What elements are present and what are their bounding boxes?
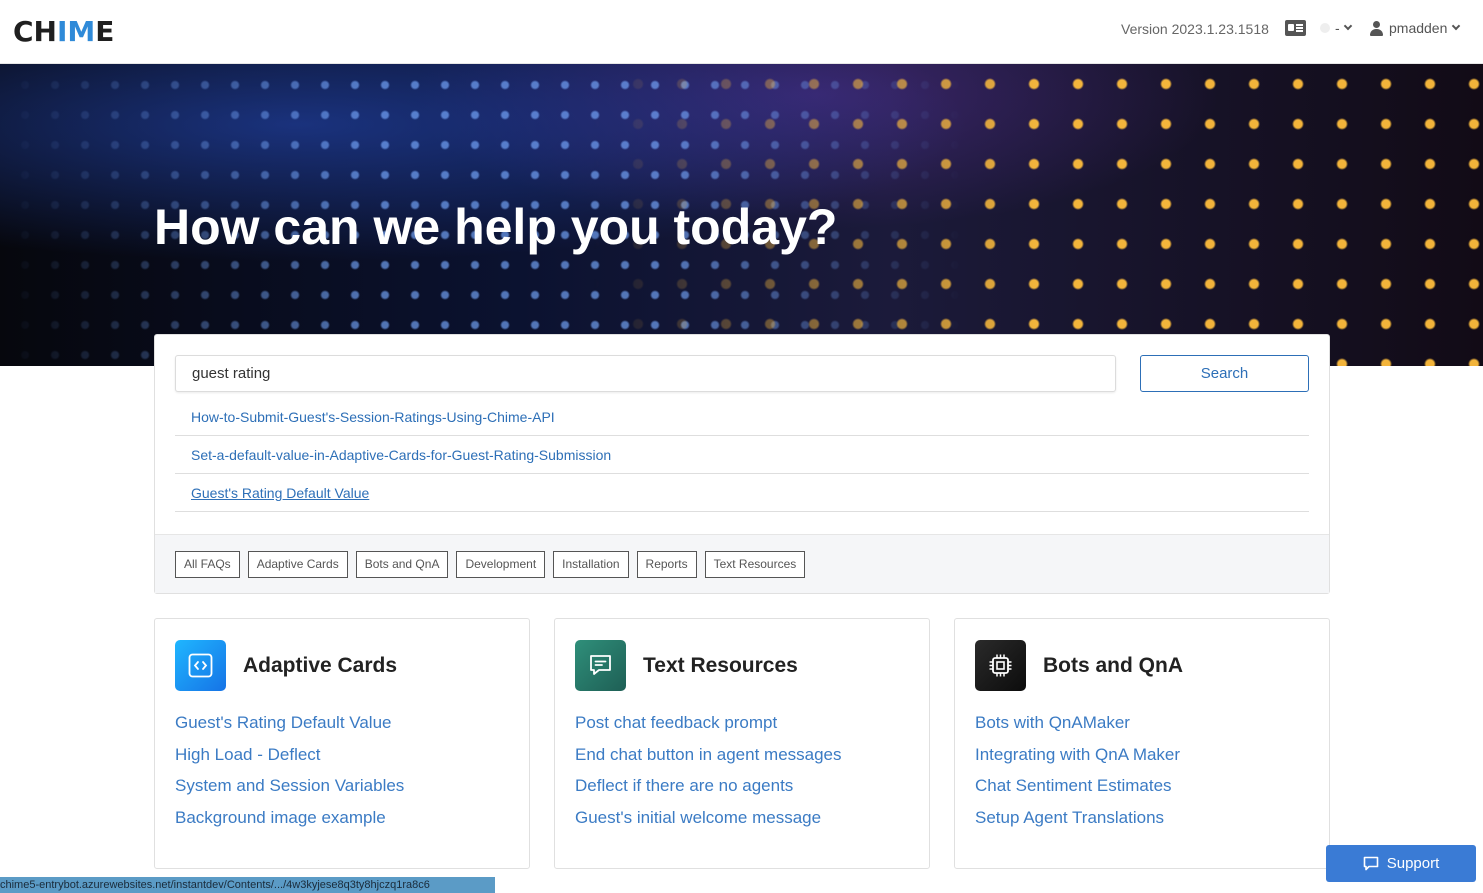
list-item: Guest's Rating Default Value [175,713,404,745]
search-results-list: How-to-Submit-Guest's-Session-Ratings-Us… [175,398,1309,512]
card-link-list: Post chat feedback prompt End chat butto… [575,713,842,840]
card-link[interactable]: High Load - Deflect [175,745,321,764]
code-brackets-icon [175,640,226,691]
card-link[interactable]: Chat Sentiment Estimates [975,776,1172,795]
chime-logo[interactable]: CHIME [13,15,114,48]
category-filter-bar: All FAQs Adaptive Cards Bots and QnA Dev… [155,534,1329,593]
card-link[interactable]: Bots with QnAMaker [975,713,1130,732]
filter-adaptive-cards[interactable]: Adaptive Cards [247,551,348,578]
card-link[interactable]: Post chat feedback prompt [575,713,777,732]
logo-text-start: CH [13,15,57,48]
list-item: Integrating with QnA Maker [975,745,1180,777]
card-link[interactable]: Guest's initial welcome message [575,808,821,827]
list-item: Deflect if there are no agents [575,776,842,808]
card-link[interactable]: Deflect if there are no agents [575,776,793,795]
card-link[interactable]: System and Session Variables [175,776,404,795]
top-navbar: CHIME Version 2023.1.23.1518 - pmadden [0,0,1483,64]
status-dropdown[interactable]: - [1320,20,1352,36]
list-item: End chat button in agent messages [575,745,842,777]
card-link[interactable]: Integrating with QnA Maker [975,745,1180,764]
status-value: - [1335,20,1340,36]
list-item: Setup Agent Translations [975,808,1180,840]
list-item: Bots with QnAMaker [975,713,1180,745]
card-title: Bots and QnA [1043,654,1183,677]
version-label: Version 2023.1.23.1518 [1121,21,1269,37]
card-link-list: Guest's Rating Default Value High Load -… [175,713,404,840]
search-input[interactable] [175,355,1116,392]
category-card-bots-and-qna: Bots and QnA Bots with QnAMaker Integrat… [954,618,1330,869]
filter-bots-and-qna[interactable]: Bots and QnA [355,551,449,578]
support-button[interactable]: Support [1326,845,1476,882]
chevron-down-icon [1343,21,1352,31]
search-button[interactable]: Search [1140,355,1309,392]
cpu-chip-icon [975,640,1026,691]
filter-development[interactable]: Development [456,551,546,578]
list-item: High Load - Deflect [175,745,404,777]
id-card-icon[interactable] [1285,20,1306,36]
card-link-list: Bots with QnAMaker Integrating with QnA … [975,713,1180,840]
filter-text-resources[interactable]: Text Resources [704,551,806,578]
status-dot-icon [1320,23,1330,33]
list-item: Background image example [175,808,404,840]
list-item: Set-a-default-value-in-Adaptive-Cards-fo… [175,436,1309,474]
browser-status-url: chime5-entrybot.azurewebsites.net/instan… [0,877,495,893]
card-title: Adaptive Cards [243,654,398,677]
user-icon [1370,20,1383,36]
search-result-link[interactable]: Guest's Rating Default Value [191,485,369,501]
card-title: Text Resources [643,654,798,677]
search-panel: Search How-to-Submit-Guest's-Session-Rat… [154,334,1330,594]
chat-bubble-icon [575,640,626,691]
logo-text-accent: IM [56,15,96,48]
search-result-link[interactable]: Set-a-default-value-in-Adaptive-Cards-fo… [191,447,611,463]
logo-text-end: E [95,15,115,48]
list-item: System and Session Variables [175,776,404,808]
hero-title: How can we help you today? [154,199,838,255]
card-link[interactable]: Background image example [175,808,386,827]
support-label: Support [1386,855,1440,872]
filter-all-faqs[interactable]: All FAQs [175,551,240,578]
list-item: Chat Sentiment Estimates [975,776,1180,808]
list-item: Guest's initial welcome message [575,808,842,840]
card-link[interactable]: End chat button in agent messages [575,745,842,764]
username: pmadden [1389,20,1448,36]
category-card-text-resources: Text Resources Post chat feedback prompt… [554,618,930,869]
filter-reports[interactable]: Reports [636,551,697,578]
filter-installation[interactable]: Installation [553,551,629,578]
hero-banner: How can we help you today? [0,64,1483,366]
category-card-adaptive-cards: Adaptive Cards Guest's Rating Default Va… [154,618,530,869]
search-result-link[interactable]: How-to-Submit-Guest's-Session-Ratings-Us… [191,409,555,425]
chat-icon [1363,856,1379,871]
list-item: Guest's Rating Default Value [175,474,1309,512]
list-item: How-to-Submit-Guest's-Session-Ratings-Us… [175,398,1309,436]
list-item: Post chat feedback prompt [575,713,842,745]
card-link[interactable]: Guest's Rating Default Value [175,713,392,732]
user-dropdown[interactable]: pmadden [1370,20,1461,36]
chevron-down-icon [1452,21,1461,31]
card-link[interactable]: Setup Agent Translations [975,808,1164,827]
